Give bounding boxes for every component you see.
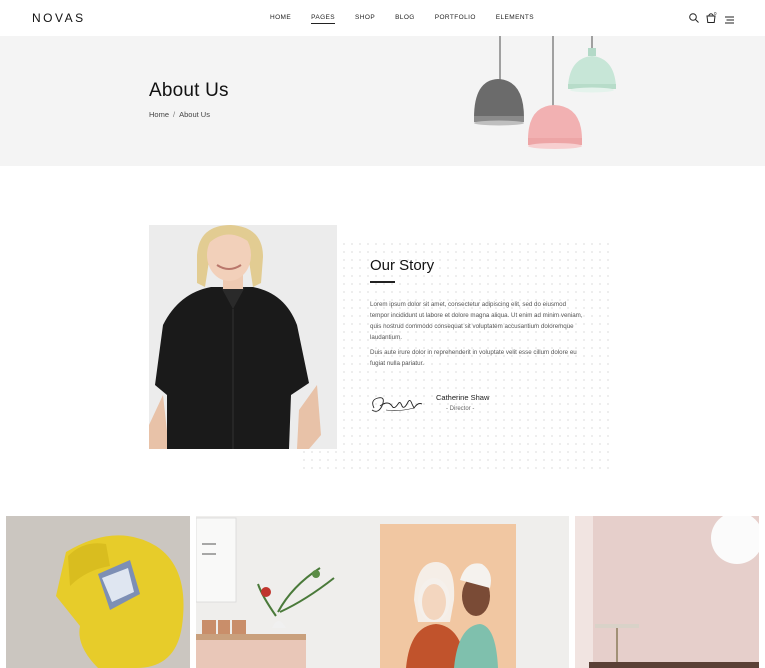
gallery-image-artwork-interior <box>196 516 569 668</box>
logo[interactable]: NOVAS <box>32 11 86 25</box>
nav-elements[interactable]: ELEMENTS <box>496 14 534 21</box>
story-paragraph-1: Lorem ipsum dolor sit amet, consectetur … <box>370 301 583 341</box>
story-paragraph-2: Duis aute irure dolor in reprehenderit i… <box>370 349 577 367</box>
cart-count-badge: 0 <box>714 11 717 16</box>
nav-blog[interactable]: BLOG <box>395 14 415 21</box>
nav-portfolio[interactable]: PORTFOLIO <box>435 14 476 21</box>
page-title: About Us <box>149 80 229 101</box>
breadcrumb-home[interactable]: Home <box>149 110 169 119</box>
search-icon[interactable] <box>688 12 700 24</box>
page-hero: About Us Home / About Us <box>0 36 765 166</box>
nav-shop[interactable]: SHOP <box>355 14 375 21</box>
author-role: - Director - <box>446 406 475 412</box>
breadcrumb: Home / About Us <box>149 110 210 119</box>
nav-home[interactable]: HOME <box>270 14 291 21</box>
gallery-image-pink-room <box>575 516 759 668</box>
breadcrumb-current: About Us <box>179 110 210 119</box>
main-nav: HOME PAGES SHOP BLOG PORTFOLIO ELEMENTS <box>270 14 554 24</box>
pendant-lamps-image <box>474 36 616 149</box>
menu-icon[interactable] <box>724 14 736 26</box>
author-name: Catherine Shaw <box>436 393 490 402</box>
site-header: NOVAS HOME PAGES SHOP BLOG PORTFOLIO ELE… <box>0 0 765 36</box>
gallery-image-yellow-sofa <box>6 516 190 668</box>
breadcrumb-separator: / <box>173 110 176 119</box>
director-portrait-image <box>149 225 337 449</box>
title-underline <box>370 281 395 283</box>
signature-image <box>371 397 423 412</box>
story-title: Our Story <box>370 257 435 274</box>
nav-pages[interactable]: PAGES <box>311 14 335 24</box>
